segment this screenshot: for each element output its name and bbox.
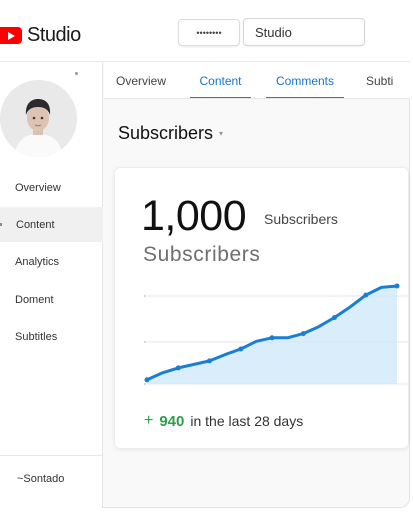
- sidebar-item-bottom[interactable]: ~Sontado: [17, 473, 64, 485]
- gain-caption: in the last 28 days: [190, 413, 304, 429]
- chart-point: [269, 335, 275, 341]
- gain-value: 940: [159, 412, 185, 430]
- subscriber-gain: + 940 in the last 28 days: [144, 412, 303, 430]
- subscribers-card: 1,000 Subscribers Subscribers + 940 in t…: [114, 167, 409, 449]
- chart-point: [332, 315, 337, 320]
- chart-point: [175, 365, 181, 371]
- chart-point: [363, 292, 369, 298]
- sidebar-item-label: Content: [16, 218, 55, 231]
- chart-tick-mark: [144, 295, 146, 297]
- sidebar-item-doment[interactable]: Doment: [0, 282, 103, 317]
- studio-logo[interactable]: Studio: [0, 24, 81, 47]
- subscribers-heading: Subscribers: [143, 243, 261, 266]
- sidebar-divider: [0, 455, 102, 456]
- tab-bar: Overview Content Comments Subti: [104, 62, 410, 99]
- sidebar-item-subtitles[interactable]: Subtitles: [0, 319, 103, 354]
- search-input[interactable]: Studio: [243, 18, 365, 46]
- logo-text: Studio: [27, 24, 81, 46]
- sidebar: Overview Content Analytics Doment Subtit…: [0, 62, 103, 508]
- password-field[interactable]: ••••••••: [178, 19, 240, 46]
- chart-point: [238, 346, 244, 352]
- chart-point: [144, 377, 150, 383]
- tab-overview[interactable]: Overview: [116, 62, 166, 98]
- chart-tick-mark: [144, 341, 146, 343]
- chart-tick-mark: [144, 383, 146, 385]
- top-header: Studio •••••••• Studio: [0, 0, 410, 62]
- sidebar-item-overview[interactable]: Overview: [0, 170, 103, 205]
- subscriber-count: 1,000: [141, 192, 247, 240]
- sidebar-item-label: Subtitles: [15, 330, 58, 343]
- sidebar-item-label: Doment: [15, 293, 54, 306]
- tab-subtitles[interactable]: Subti: [366, 62, 410, 98]
- channel-avatar[interactable]: [0, 80, 77, 157]
- sidebar-item-label: Analytics: [15, 255, 60, 268]
- youtube-play-icon: [0, 27, 22, 44]
- gain-plus-icon: +: [144, 412, 154, 429]
- chart-point: [207, 358, 212, 364]
- section-title-text: Subscribers: [118, 123, 214, 143]
- tab-comments[interactable]: Comments: [266, 62, 344, 98]
- sidebar-item-content[interactable]: Content: [0, 207, 103, 242]
- sidebar-item-analytics[interactable]: Analytics: [0, 244, 103, 279]
- menu-dot-icon[interactable]: [75, 72, 78, 75]
- subscriber-count-label: Subscribers: [264, 211, 338, 227]
- caret-down-icon: ▾: [219, 129, 224, 138]
- chart-point: [300, 331, 306, 337]
- sidebar-item-label: Overview: [15, 181, 61, 194]
- section-title[interactable]: Subscribers ▾: [118, 123, 223, 144]
- subscriber-chart: [144, 283, 408, 385]
- chart-point: [394, 283, 400, 289]
- tab-content[interactable]: Content: [190, 62, 251, 98]
